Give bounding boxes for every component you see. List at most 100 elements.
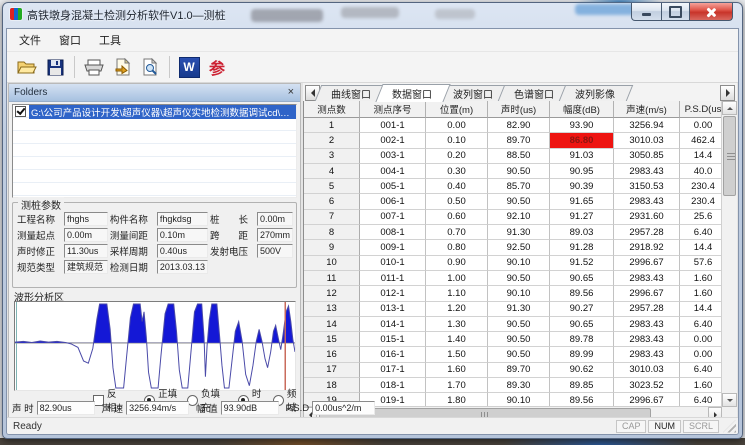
table-cell[interactable]: 91.03	[550, 149, 614, 164]
table-cell[interactable]: 14.4	[680, 240, 722, 255]
column-header[interactable]: P.S.D(us	[680, 101, 722, 118]
table-cell[interactable]: 016-1	[360, 347, 426, 362]
table-cell[interactable]: 2983.43	[614, 271, 680, 286]
table-cell[interactable]: 90.50	[488, 332, 550, 347]
table-cell[interactable]: 5	[304, 179, 360, 194]
table-cell[interactable]: 88.50	[488, 149, 550, 164]
param-value[interactable]: fhghs	[64, 212, 108, 226]
table-cell[interactable]: 90.27	[550, 302, 614, 317]
table-cell[interactable]: 230.4	[680, 179, 722, 194]
table-cell[interactable]: 3256.94	[614, 118, 680, 133]
table-cell[interactable]: 92.10	[488, 210, 550, 225]
table-cell[interactable]: 89.78	[550, 332, 614, 347]
table-cell[interactable]: 14.4	[680, 149, 722, 164]
table-cell[interactable]: 1.60	[680, 378, 722, 393]
table-cell[interactable]: 2996.67	[614, 286, 680, 301]
table-cell[interactable]: 1.30	[426, 317, 488, 332]
table-cell[interactable]: 2983.43	[614, 347, 680, 362]
resize-grip[interactable]	[723, 420, 736, 433]
table-cell[interactable]: 1.00	[426, 271, 488, 286]
table-cell[interactable]: 006-1	[360, 194, 426, 209]
column-header[interactable]: 声速(m/s)	[614, 101, 680, 118]
table-cell[interactable]: 9	[304, 240, 360, 255]
readout-value[interactable]: 3256.94m/s	[126, 401, 189, 415]
table-cell[interactable]: 91.30	[488, 225, 550, 240]
table-cell[interactable]: 14.4	[680, 302, 722, 317]
table-cell[interactable]: 11	[304, 271, 360, 286]
table-cell[interactable]: 012-1	[360, 286, 426, 301]
table-cell[interactable]: 2983.43	[614, 194, 680, 209]
table-cell[interactable]: 93.90	[550, 118, 614, 133]
table-cell[interactable]: 0.00	[680, 347, 722, 362]
table-cell[interactable]: 007-1	[360, 210, 426, 225]
table-cell[interactable]: 017-1	[360, 363, 426, 378]
table-cell[interactable]: 89.56	[550, 286, 614, 301]
param-value[interactable]: 500V	[257, 244, 293, 258]
table-cell[interactable]: 89.99	[550, 347, 614, 362]
table-cell[interactable]: 1.80	[426, 393, 488, 407]
table-cell[interactable]: 90.95	[550, 164, 614, 179]
table-cell[interactable]: 015-1	[360, 332, 426, 347]
table-cell[interactable]: 3050.85	[614, 149, 680, 164]
close-button[interactable]	[690, 3, 733, 21]
table-cell[interactable]: 90.10	[488, 286, 550, 301]
minimize-button[interactable]	[631, 3, 662, 21]
table-cell[interactable]: 3010.03	[614, 363, 680, 378]
param-value[interactable]: 11.30us	[64, 244, 108, 258]
vertical-scroll-thumb[interactable]	[723, 116, 736, 196]
param-value[interactable]: 0.10m	[157, 228, 208, 242]
table-cell[interactable]: 2996.67	[614, 393, 680, 407]
table-cell[interactable]: 90.10	[488, 256, 550, 271]
table-cell[interactable]: 2957.28	[614, 302, 680, 317]
table-cell[interactable]: 10	[304, 256, 360, 271]
param-value[interactable]: fhgkdsg	[157, 212, 208, 226]
word-button[interactable]: W	[176, 55, 202, 79]
folder-item[interactable]: G:\公司产品设计开发\超声仪器\超声仪实地检测数据调试cd\cd03\cd03…	[13, 105, 296, 118]
table-cell[interactable]: 0.00	[426, 118, 488, 133]
param-value[interactable]: 270mm	[257, 228, 293, 242]
waveform-plot[interactable]	[14, 301, 296, 391]
table-cell[interactable]: 6.40	[680, 317, 722, 332]
table-cell[interactable]: 0.00	[680, 332, 722, 347]
table-cell[interactable]: 0.00	[680, 118, 722, 133]
table-cell[interactable]: 0.50	[426, 194, 488, 209]
folder-list[interactable]: G:\公司产品设计开发\超声仪器\超声仪实地检测数据调试cd\cd03\cd03…	[12, 104, 297, 198]
table-cell[interactable]: 2931.60	[614, 210, 680, 225]
table-cell[interactable]: 92.50	[488, 240, 550, 255]
table-cell[interactable]: 011-1	[360, 271, 426, 286]
table-cell[interactable]: 0.40	[426, 179, 488, 194]
table-cell[interactable]: 90.65	[550, 271, 614, 286]
table-cell[interactable]: 15	[304, 332, 360, 347]
table-cell[interactable]: 2983.43	[614, 332, 680, 347]
table-cell[interactable]: 3150.53	[614, 179, 680, 194]
table-cell[interactable]: 90.50	[488, 317, 550, 332]
table-cell[interactable]: 3010.03	[614, 133, 680, 148]
maximize-button[interactable]	[662, 3, 690, 21]
menu-item-2[interactable]: 窗口	[50, 29, 90, 51]
readout-value[interactable]: 0.00us^2/m	[312, 401, 375, 415]
table-cell[interactable]: 230.4	[680, 194, 722, 209]
table-cell[interactable]: 010-1	[360, 256, 426, 271]
table-cell[interactable]: 90.10	[488, 393, 550, 407]
table-cell[interactable]: 1.50	[426, 347, 488, 362]
table-cell[interactable]: 004-1	[360, 164, 426, 179]
vertical-scrollbar[interactable]	[721, 101, 737, 407]
table-cell[interactable]: 89.03	[550, 225, 614, 240]
table-cell[interactable]: 13	[304, 302, 360, 317]
table-cell[interactable]: 013-1	[360, 302, 426, 317]
table-cell[interactable]: 85.70	[488, 179, 550, 194]
table-cell[interactable]: 90.62	[550, 363, 614, 378]
table-cell[interactable]: 90.39	[550, 179, 614, 194]
column-header[interactable]: 位置(m)	[426, 101, 488, 118]
tab-5[interactable]: 波列影像	[559, 85, 633, 101]
tab-scroll-right-button[interactable]	[720, 85, 735, 101]
table-cell[interactable]: 3023.52	[614, 378, 680, 393]
table-cell[interactable]: 014-1	[360, 317, 426, 332]
table-cell[interactable]: 005-1	[360, 179, 426, 194]
title-bar[interactable]: 高铁墩身混凝土检测分析软件V1.0—测桩	[3, 3, 742, 27]
table-cell[interactable]: 001-1	[360, 118, 426, 133]
table-cell[interactable]: 16	[304, 347, 360, 362]
table-cell[interactable]: 0.30	[426, 164, 488, 179]
table-cell[interactable]: 91.28	[550, 240, 614, 255]
table-cell[interactable]: 40.0	[680, 164, 722, 179]
